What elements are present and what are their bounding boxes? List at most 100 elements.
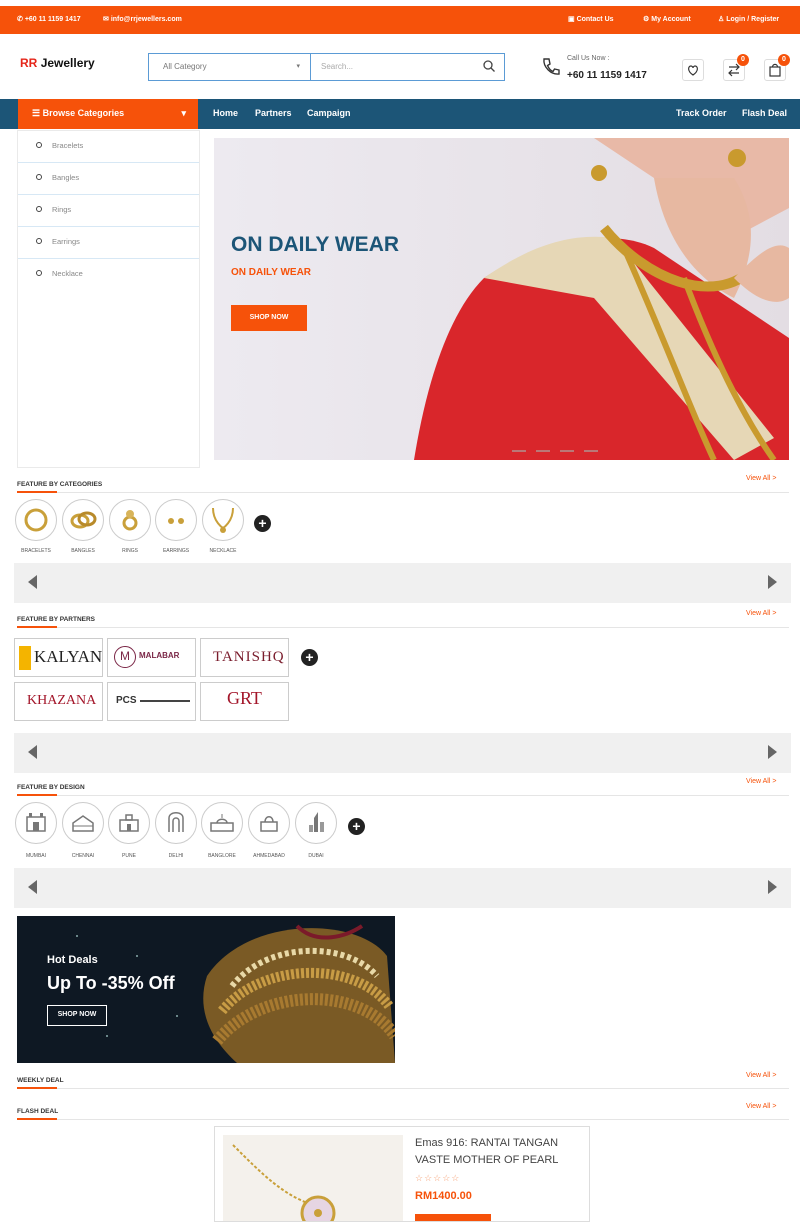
hot-deals-shop-now-button[interactable]: SHOP NOW (47, 1005, 107, 1026)
partner-logo-grt[interactable]: GRT (200, 682, 289, 721)
bullet-icon (36, 238, 42, 244)
heart-icon (688, 65, 698, 76)
product-card[interactable]: Emas 916: RANTAI TANGAN VASTE MOTHER OF … (214, 1126, 590, 1222)
add-to-cart-button[interactable] (415, 1214, 491, 1221)
category-circle-rings[interactable] (109, 499, 151, 541)
hero-banner: ON DAILY WEAR ON DAILY WEAR SHOP NOW (214, 138, 789, 460)
view-all-flash-link[interactable]: View All > (746, 1103, 776, 1110)
design-label: AHMEDABAD (253, 853, 285, 859)
product-price: RM1400.00 (415, 1190, 472, 1202)
section-title-categories: FEATURE BY CATEGORIES (17, 481, 103, 488)
more-categories-button[interactable]: + (254, 515, 271, 532)
design-label: MUMBAI (26, 853, 46, 859)
bangle-icon (70, 511, 97, 529)
category-item-bangles[interactable]: Bangles (18, 163, 199, 195)
cart-button[interactable]: 0 (764, 54, 790, 81)
design-label: BANGLORE (208, 853, 236, 859)
nav-home[interactable]: Home (213, 108, 238, 118)
bullet-icon (36, 270, 42, 276)
palace-landmark-icon (210, 814, 234, 832)
category-item-bracelets[interactable]: Bracelets (18, 131, 199, 163)
arrow-right-icon[interactable] (768, 575, 777, 589)
design-label: CHENNAI (71, 853, 95, 859)
call-label: Call Us Now : (567, 55, 610, 62)
view-all-design-link[interactable]: View All > (746, 778, 776, 785)
arrow-right-icon[interactable] (768, 745, 777, 759)
earring-icon (168, 518, 184, 524)
partner-logo-tanishq[interactable]: TANISHQ (200, 638, 289, 677)
design-circle-pune[interactable] (108, 802, 150, 844)
caret-down-icon: ▾ (181, 108, 186, 118)
search-input[interactable]: Search... (321, 62, 353, 71)
category-circle-bracelets[interactable] (15, 499, 57, 541)
divider (17, 795, 789, 796)
divider (17, 1088, 789, 1089)
arrow-left-icon[interactable] (28, 745, 37, 759)
category-circle-bangles[interactable] (62, 499, 104, 541)
category-circle-necklace[interactable] (202, 499, 244, 541)
banner-subtitle: ON DAILY WEAR (231, 267, 312, 278)
partner-logo-khazana[interactable]: KHAZANA (14, 682, 103, 721)
product-title[interactable]: Emas 916: RANTAI TANGAN VASTE MOTHER OF … (415, 1135, 585, 1169)
design-circle-chennai[interactable] (62, 802, 104, 844)
my-account-link[interactable]: ⚙ My Account (643, 15, 691, 23)
banner-shop-now-button[interactable]: SHOP NOW (231, 305, 307, 331)
nav-track-order[interactable]: Track Order (676, 108, 727, 118)
temple-landmark-icon (72, 815, 94, 832)
logo[interactable]: RR Jewellery (20, 56, 95, 70)
category-item-earrings[interactable]: Earrings (18, 227, 199, 259)
login-register-link[interactable]: ♙ Login / Register (718, 15, 779, 23)
contact-us-link[interactable]: ▣ Contact Us (568, 15, 614, 23)
banner-model-image (214, 138, 789, 460)
design-circle-ahmedabad[interactable] (248, 802, 290, 844)
design-circle-dubai[interactable] (295, 802, 337, 844)
search-icon[interactable] (482, 59, 496, 73)
top-email[interactable]: ✉ info@rrjewellers.com (103, 15, 182, 23)
section-underline (17, 794, 57, 796)
phone-icon (543, 58, 560, 75)
partner-logo-kalyan[interactable]: KALYAN (14, 638, 103, 677)
nav-campaign[interactable]: Campaign (307, 108, 351, 118)
category-item-rings[interactable]: Rings (18, 195, 199, 227)
browse-categories-button[interactable]: ☰ Browse Categories ▾ (18, 99, 198, 129)
partner-logo-malabar[interactable]: M MALABAR (107, 638, 196, 677)
arrow-left-icon[interactable] (28, 880, 37, 894)
design-carousel (14, 868, 791, 908)
chevron-down-icon: ▾ (296, 63, 300, 70)
design-circle-banglore[interactable] (201, 802, 243, 844)
arrow-right-icon[interactable] (768, 880, 777, 894)
view-all-partners-link[interactable]: View All > (746, 610, 776, 617)
nav-flash-deal[interactable]: Flash Deal (742, 108, 787, 118)
hot-deals-headline: Up To -35% Off (47, 973, 175, 993)
search-bar: All Category ▾ Search... (148, 53, 505, 81)
divider (17, 627, 789, 628)
category-circle-earrings[interactable] (155, 499, 197, 541)
category-item-necklace[interactable]: Necklace (18, 259, 199, 291)
category-sidebar: Bracelets Bangles Rings Earrings Necklac… (17, 130, 200, 468)
design-circle-delhi[interactable] (155, 802, 197, 844)
product-image[interactable] (223, 1135, 403, 1221)
more-partners-button[interactable]: + (301, 649, 318, 666)
section-underline (17, 626, 57, 628)
bullet-icon (36, 142, 42, 148)
design-circle-mumbai[interactable] (15, 802, 57, 844)
bracelet-icon (24, 508, 48, 532)
category-label: RINGS (122, 548, 138, 554)
more-designs-button[interactable]: + (348, 818, 365, 835)
view-all-categories-link[interactable]: View All > (746, 475, 776, 482)
pendant-image (232, 1144, 336, 1221)
tower-landmark-icon (309, 812, 324, 832)
partner-logo-pcs[interactable]: PCS (107, 682, 196, 721)
mosque-landmark-icon (260, 816, 278, 832)
category-select[interactable]: All Category ▾ (149, 54, 311, 80)
nav-partners[interactable]: Partners (255, 108, 292, 118)
call-number: +60 11 1159 1417 (567, 70, 647, 81)
view-all-weekly-link[interactable]: View All > (746, 1072, 776, 1079)
category-label: NECKLACE (209, 548, 237, 554)
hot-deals-banner[interactable]: Hot Deals Up To -35% Off SHOP NOW (17, 916, 395, 1063)
main-nav: ☰ Browse Categories ▾ Home Partners Campa… (0, 99, 800, 129)
arrow-left-icon[interactable] (28, 575, 37, 589)
compare-button[interactable]: 0 (723, 54, 749, 81)
wishlist-button[interactable] (682, 59, 704, 81)
banner-title: ON DAILY WEAR (231, 233, 400, 256)
